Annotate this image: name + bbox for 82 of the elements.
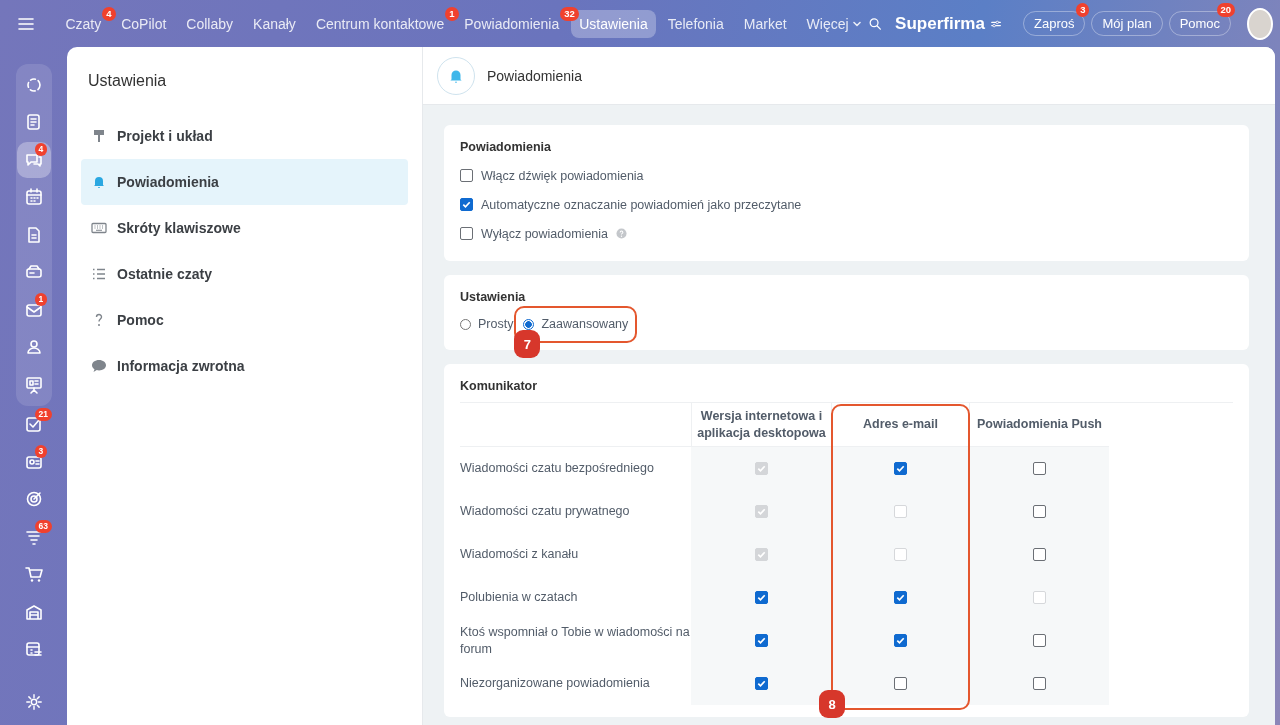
checkbox[interactable] bbox=[460, 227, 473, 240]
badge: 4 bbox=[34, 143, 48, 156]
settings-icon[interactable] bbox=[24, 693, 43, 711]
nav-tab[interactable]: Collaby bbox=[186, 9, 234, 38]
sliders-icon[interactable] bbox=[990, 18, 1001, 29]
row-label: Wiadomości czatu prywatnego bbox=[460, 503, 631, 520]
settings-menu-item[interactable]: Informacja zwrotna bbox=[81, 343, 408, 389]
presentation-icon[interactable] bbox=[23, 374, 44, 395]
badge: 32 bbox=[560, 6, 579, 21]
row-label: Niezorganizowane powiadomienia bbox=[460, 675, 651, 692]
badge: 20 bbox=[1216, 3, 1236, 17]
badge: 3 bbox=[1076, 3, 1090, 17]
checkbox[interactable] bbox=[754, 634, 768, 647]
radio-button[interactable] bbox=[523, 318, 535, 330]
settings-menu-item[interactable]: Powiadomienia bbox=[81, 159, 408, 205]
checkbox[interactable] bbox=[893, 462, 907, 475]
badge: 4 bbox=[102, 6, 116, 21]
nav-tab[interactable]: Powiadomienia bbox=[464, 9, 560, 38]
row-label: Polubienia w czatach bbox=[460, 589, 579, 606]
badge: 63 bbox=[34, 520, 52, 533]
company-name: Superfirma bbox=[895, 13, 985, 34]
list-icon bbox=[91, 266, 107, 282]
checkbox[interactable] bbox=[1032, 634, 1046, 647]
checkbox[interactable] bbox=[893, 634, 907, 647]
search-icon[interactable] bbox=[868, 15, 882, 32]
checkmark-icon bbox=[755, 463, 767, 474]
row-label: Wiadomości z kanału bbox=[460, 546, 580, 563]
checkbox[interactable] bbox=[754, 677, 768, 690]
checkbox[interactable] bbox=[460, 198, 473, 211]
nav-tab[interactable]: CoPilot bbox=[121, 9, 167, 38]
calendar-icon[interactable] bbox=[23, 187, 44, 208]
checkbox[interactable] bbox=[460, 169, 473, 182]
checkmark-icon bbox=[755, 592, 767, 603]
chevron-down-icon bbox=[852, 20, 861, 27]
speech-bubble-icon bbox=[91, 358, 107, 374]
badge: 1 bbox=[445, 6, 459, 21]
settings-menu-item[interactable]: Projekt i układ bbox=[81, 113, 408, 159]
badge: 21 bbox=[34, 407, 52, 421]
nav-tab[interactable]: Centrum kontaktowe bbox=[315, 9, 445, 38]
panel-title: Ustawienia bbox=[88, 72, 168, 90]
option-label: Wyłącz powiadomienia bbox=[481, 226, 609, 241]
checkmark-icon bbox=[894, 592, 906, 603]
menu-icon[interactable] bbox=[18, 17, 35, 30]
option-label: Prosty bbox=[478, 317, 514, 331]
option-label: Zaawansowany bbox=[541, 317, 629, 331]
checkbox[interactable] bbox=[1032, 462, 1046, 475]
checkbox[interactable] bbox=[893, 677, 907, 690]
checkbox[interactable] bbox=[1032, 677, 1046, 690]
checkmark-icon bbox=[461, 199, 472, 210]
section-title: Ustawienia bbox=[460, 290, 527, 304]
checkbox[interactable] bbox=[1032, 548, 1046, 561]
section-title: Powiadomienia bbox=[460, 140, 552, 154]
row-label: Ktoś wspomniał o Tobie w wiadomości na forum bbox=[460, 623, 691, 658]
nav-tab[interactable]: Market bbox=[743, 9, 787, 38]
checkmark-icon bbox=[755, 678, 767, 689]
checkbox[interactable] bbox=[1032, 505, 1046, 518]
nav-tab[interactable]: Telefonia bbox=[667, 9, 724, 38]
option-label: Włącz dźwięk powiadomienia bbox=[481, 168, 644, 183]
checkmark-icon bbox=[755, 506, 767, 517]
checkmark-icon bbox=[894, 463, 906, 474]
cart-icon[interactable] bbox=[23, 564, 44, 585]
row-label: Wiadomości czatu bezpośredniego bbox=[460, 460, 655, 477]
checkmark-icon bbox=[755, 549, 767, 560]
settings-menu-item[interactable]: Skróty klawiszowe bbox=[81, 205, 408, 251]
settings-menu-item[interactable]: Pomoc bbox=[81, 297, 408, 343]
keyboard-icon bbox=[91, 220, 107, 236]
option-label: Automatyczne oznaczanie powiadomień jako przeczytane bbox=[481, 197, 802, 212]
callout-number: 8 bbox=[819, 690, 845, 718]
avatar[interactable] bbox=[1247, 7, 1273, 40]
checkbox[interactable] bbox=[893, 591, 907, 604]
page-title: Powiadomienia bbox=[487, 67, 582, 84]
section-title: Komunikator bbox=[460, 379, 539, 393]
checkmark-icon bbox=[894, 635, 906, 646]
checkbox[interactable] bbox=[754, 591, 768, 604]
nav-tab[interactable]: Więcej bbox=[806, 9, 861, 38]
checkmark-icon bbox=[755, 635, 767, 646]
badge: 3 bbox=[34, 445, 48, 458]
nav-tab[interactable]: Kanały bbox=[253, 9, 296, 38]
badge: 1 bbox=[34, 293, 48, 306]
callout-number: 7 bbox=[514, 330, 541, 358]
settings-menu-item[interactable]: Ostatnie czaty bbox=[81, 251, 408, 297]
nav-tab[interactable]: Czaty bbox=[65, 9, 102, 38]
